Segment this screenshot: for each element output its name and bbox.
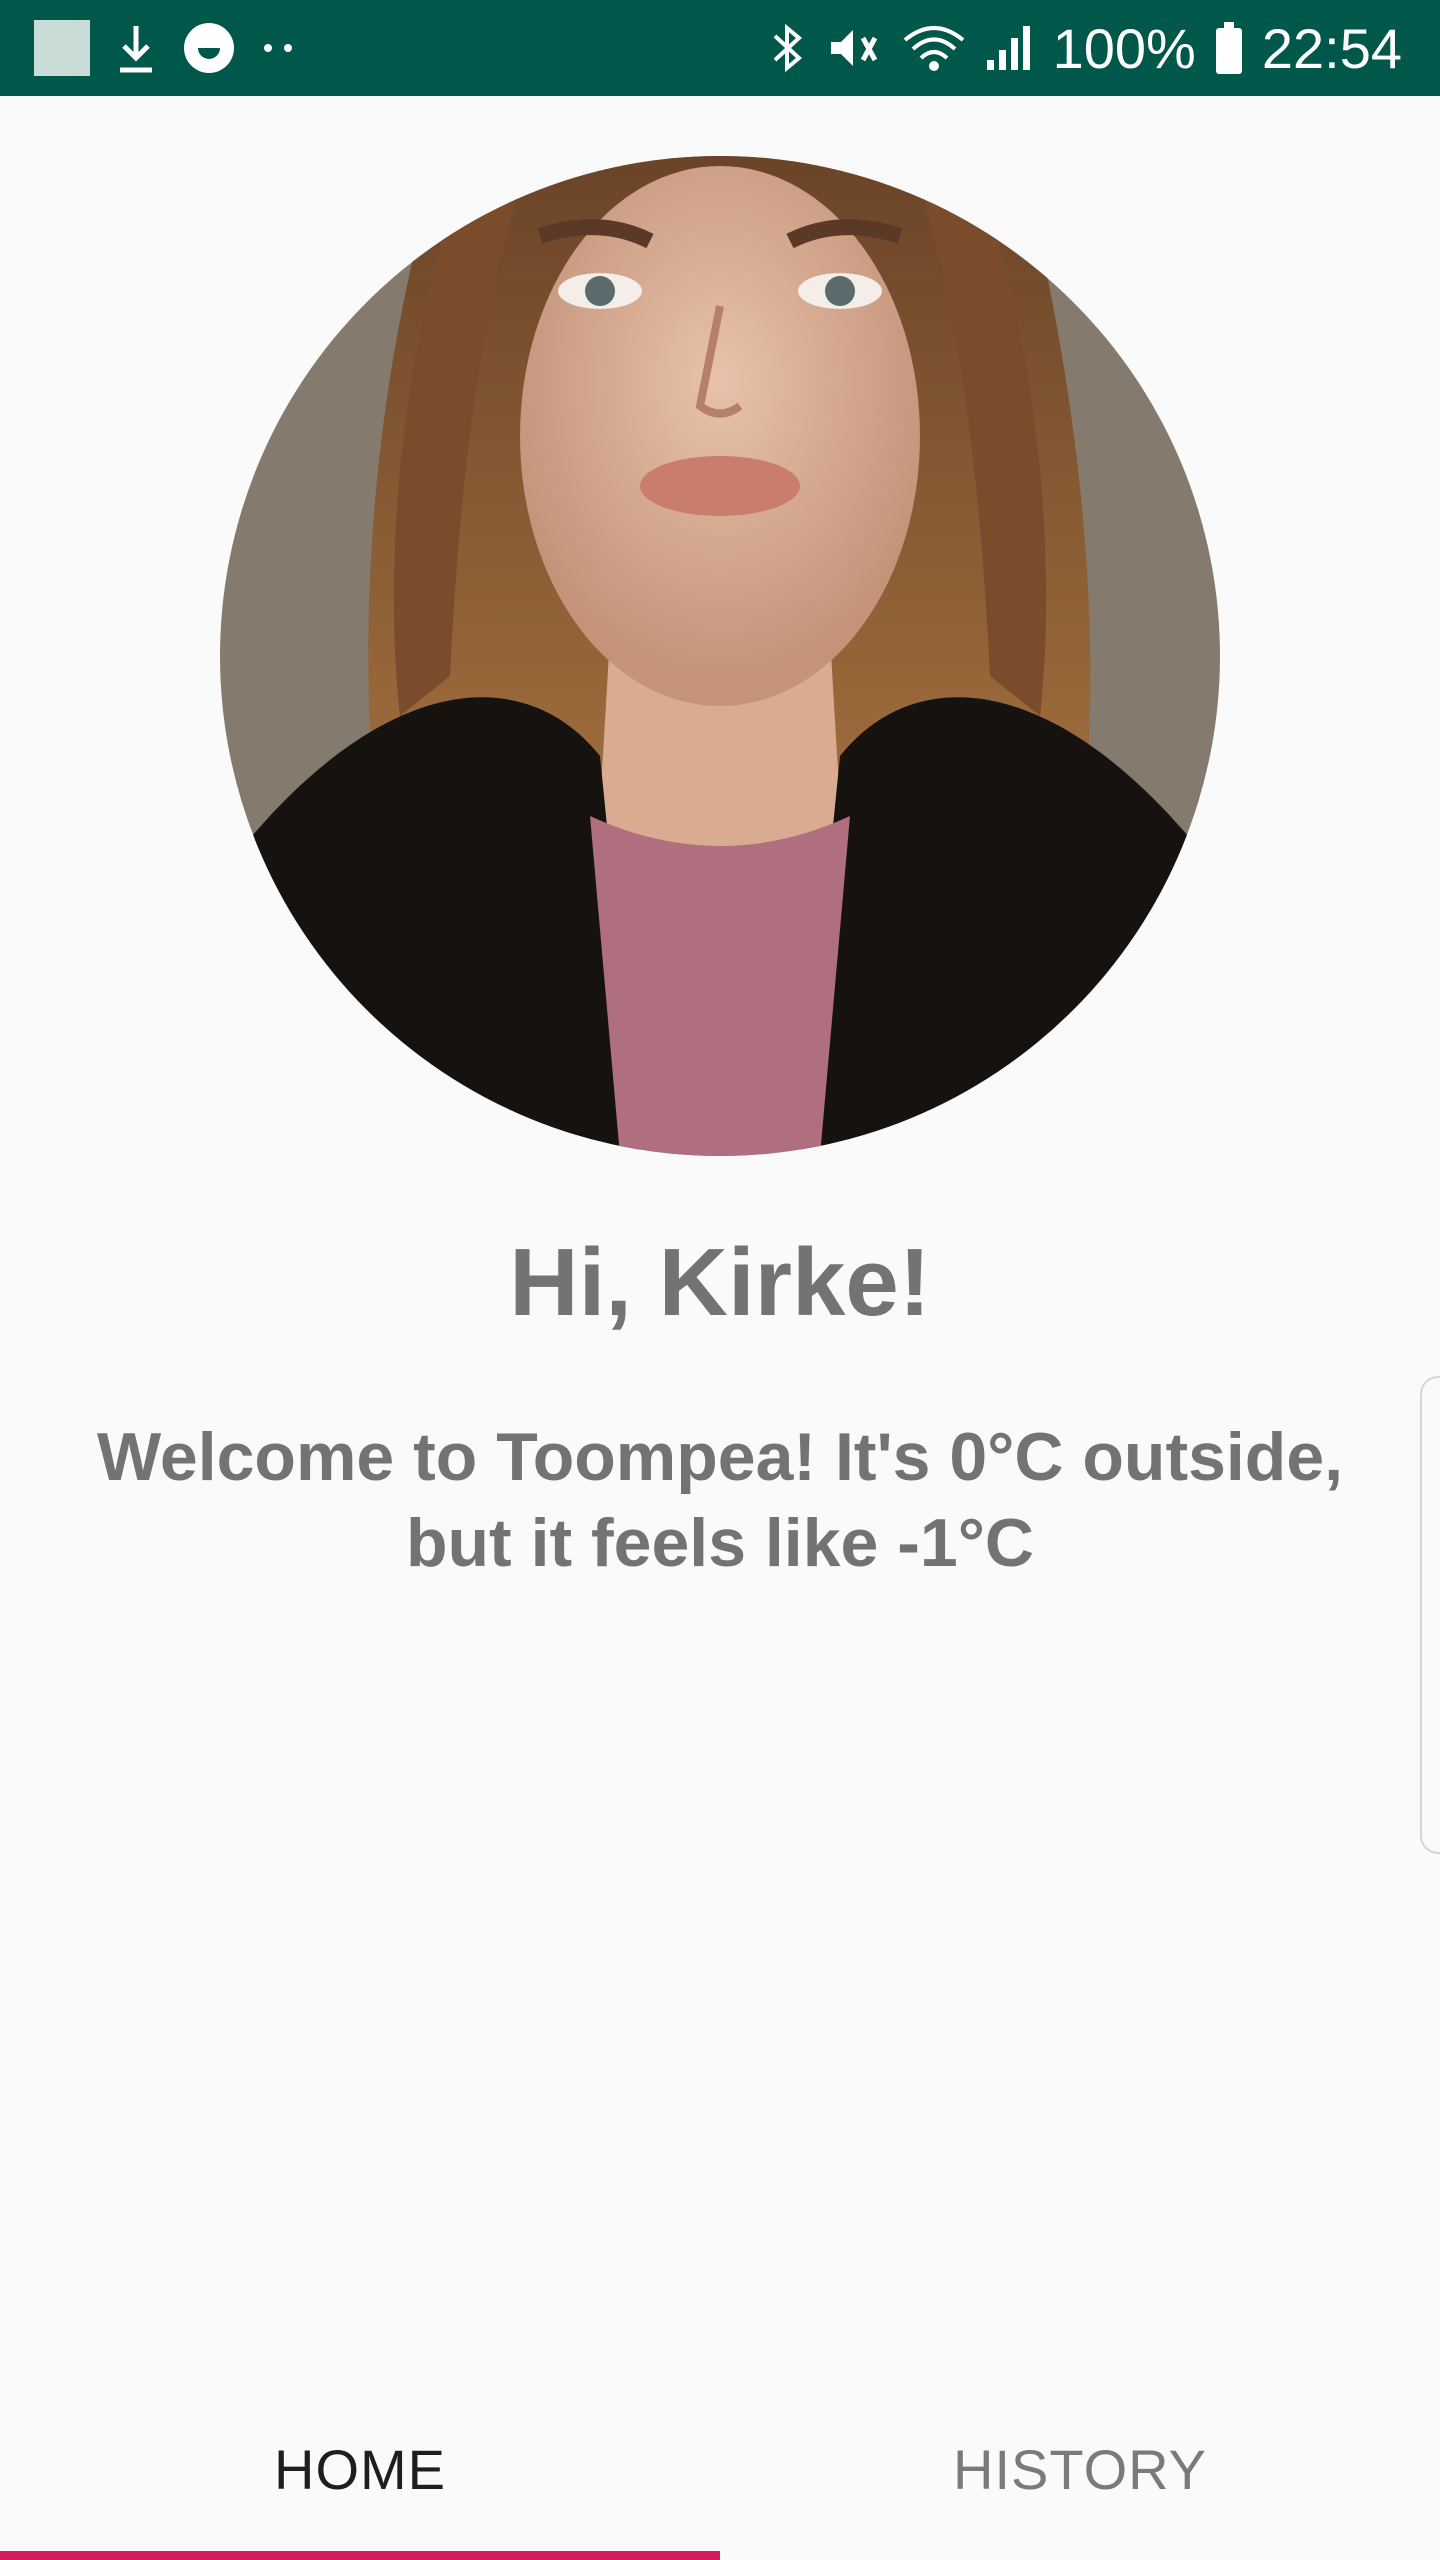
- wifi-icon: [903, 26, 964, 71]
- vibrate-icon: [830, 30, 877, 66]
- tab-home[interactable]: HOME: [0, 2378, 720, 2560]
- clock: 22:54: [1261, 16, 1402, 80]
- image-icon: [34, 20, 90, 76]
- greeting-title: Hi, Kirke!: [509, 1229, 931, 1336]
- profile-photo: [220, 156, 1220, 1156]
- dots-icon: [264, 44, 292, 52]
- status-bar: 100% 22:54: [0, 0, 1440, 96]
- battery-percent: 100%: [1052, 16, 1196, 80]
- tab-indicator: [0, 2551, 720, 2560]
- bluetooth-icon: [773, 23, 802, 73]
- notification-icons: [34, 0, 296, 96]
- profile-avatar: [220, 156, 1220, 1156]
- bottom-tab-bar: HOME HISTORY: [0, 2378, 1440, 2560]
- edge-panel-handle[interactable]: [1420, 1376, 1440, 1854]
- download-icon: [120, 26, 152, 73]
- smiley-icon: [184, 23, 234, 73]
- battery-icon: [1215, 22, 1242, 74]
- welcome-message: Welcome to Toompea! It's 0°C outside, bu…: [96, 1419, 1344, 1581]
- system-icons: 100% 22:54: [769, 0, 1402, 96]
- tab-history[interactable]: HISTORY: [720, 2378, 1440, 2560]
- signal-icon: [986, 26, 1030, 70]
